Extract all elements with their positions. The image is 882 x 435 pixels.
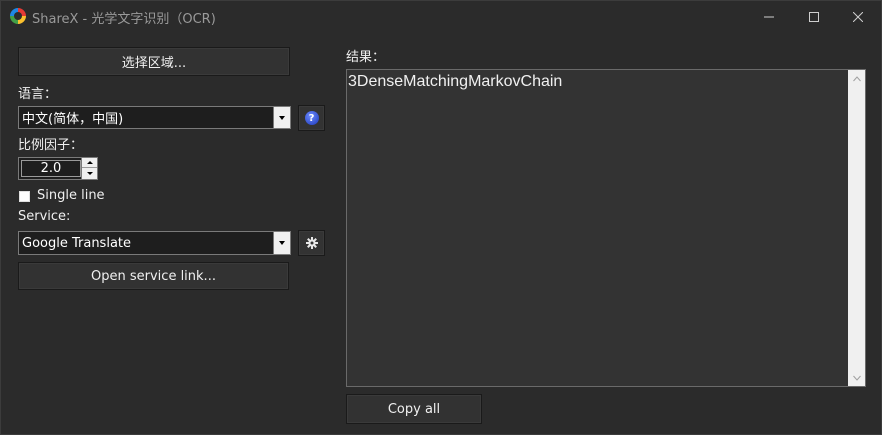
help-icon: ?: [304, 111, 319, 125]
language-label: 语言：: [18, 87, 58, 102]
maximize-icon: [809, 11, 819, 22]
chevron-down-icon[interactable]: [273, 107, 290, 128]
stepper-buttons: [81, 158, 97, 179]
result-scrollbar[interactable]: [848, 70, 865, 386]
language-select-value: 中文(简体，中国): [22, 112, 124, 127]
select-region-button[interactable]: 选择区域...: [18, 47, 290, 76]
stepper-up-icon[interactable]: [82, 158, 97, 168]
minimize-button[interactable]: [746, 1, 792, 32]
single-line-label[interactable]: Single line: [37, 188, 105, 203]
copy-all-button[interactable]: Copy all: [346, 394, 482, 424]
result-text[interactable]: 3DenseMatchingMarkovChain: [348, 73, 562, 91]
title-bar: ShareX - 光学文字识别（OCR): [1, 1, 881, 32]
maximize-button[interactable]: [791, 1, 837, 32]
gear-icon: [305, 237, 318, 249]
scroll-down-icon[interactable]: [848, 369, 865, 386]
result-label: 结果：: [346, 50, 386, 65]
single-line-checkbox[interactable]: [19, 191, 30, 202]
ocr-window: ShareX - 光学文字识别（OCR) 选择区域... 语言： 中文(简体，中…: [0, 0, 882, 435]
scale-factor-stepper[interactable]: 2.0: [18, 157, 98, 180]
service-select[interactable]: Google Translate: [18, 231, 291, 255]
service-label: Service:: [18, 209, 71, 224]
language-help-button[interactable]: ?: [298, 105, 325, 131]
language-select[interactable]: 中文(简体，中国): [18, 106, 291, 129]
scale-factor-value[interactable]: 2.0: [21, 160, 81, 177]
close-button[interactable]: [835, 1, 881, 32]
sharex-logo-icon: [10, 8, 26, 24]
result-textarea[interactable]: 3DenseMatchingMarkovChain: [346, 69, 866, 387]
window-title: ShareX - 光学文字识别（OCR): [32, 12, 216, 27]
stepper-down-icon[interactable]: [82, 168, 97, 178]
chevron-down-icon[interactable]: [273, 232, 290, 254]
open-service-link-button[interactable]: Open service link...: [18, 262, 289, 290]
scale-factor-label: 比例因子：: [18, 138, 84, 153]
minimize-icon: [764, 16, 774, 17]
close-icon: [853, 11, 863, 22]
scroll-up-icon[interactable]: [848, 70, 865, 87]
service-settings-button[interactable]: [298, 230, 325, 256]
service-select-value: Google Translate: [22, 235, 132, 251]
